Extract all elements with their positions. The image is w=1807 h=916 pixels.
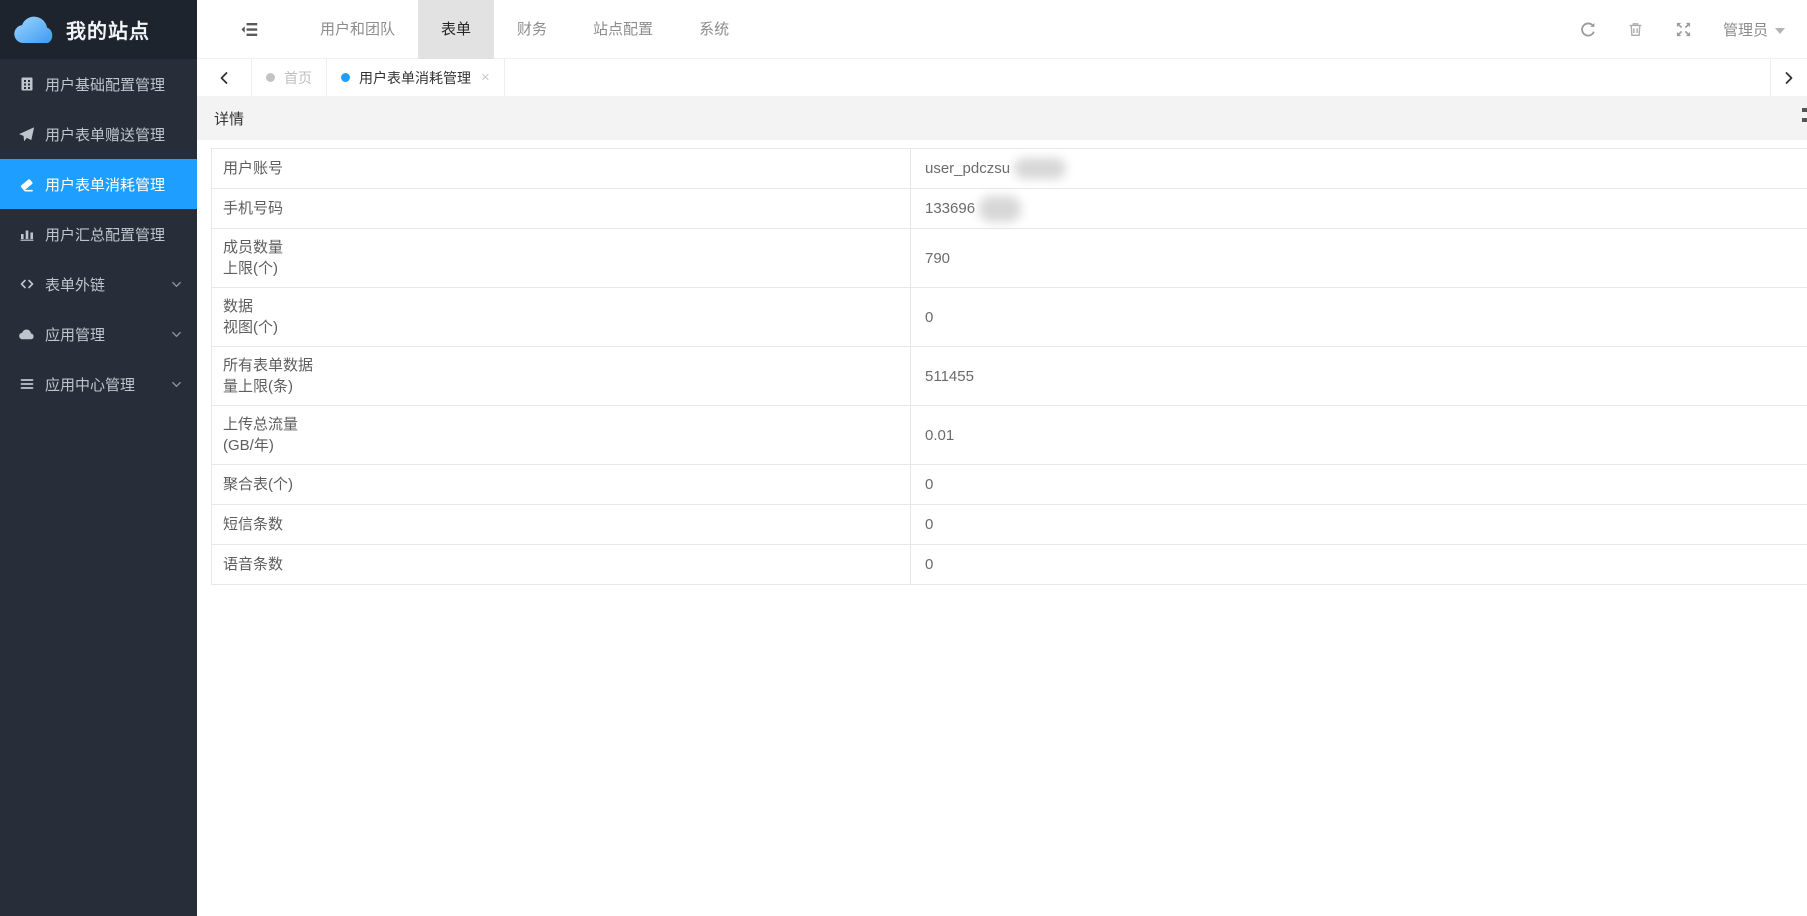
table-row-data-views: 数据 视图(个) 0 (212, 288, 1807, 347)
row-label-line2: (GB/年) (223, 435, 910, 456)
row-label: 上传总流量 (223, 414, 910, 435)
table-row-phone: 手机号码 133696 (212, 189, 1807, 229)
sidebar-item-label: 应用中心管理 (45, 374, 135, 395)
sidebar-item-label: 用户汇总配置管理 (45, 224, 165, 245)
topmenu-finance[interactable]: 财务 (494, 0, 570, 59)
row-label: 成员数量 (223, 237, 910, 258)
row-value: 0 (925, 556, 933, 573)
row-value: 133696 (925, 200, 975, 217)
sidebar-item-label: 用户基础配置管理 (45, 74, 165, 95)
row-value: 790 (925, 250, 950, 267)
eraser-icon (18, 176, 35, 193)
row-value: user_pdczsu (925, 160, 1010, 177)
admin-dropdown[interactable]: 管理员 (1723, 19, 1785, 40)
row-label: 短信条数 (223, 514, 910, 535)
sidebar-item-label: 表单外链 (45, 274, 105, 295)
tabs-scroll-right-icon[interactable] (1770, 59, 1807, 96)
table-row-upload-traffic: 上传总流量 (GB/年) 0.01 (212, 406, 1807, 465)
topmenu-users-teams[interactable]: 用户和团队 (297, 0, 418, 59)
tab-form-consume-manage[interactable]: 用户表单消耗管理 × (327, 59, 505, 96)
row-label-line2: 视图(个) (223, 317, 910, 338)
row-label: 数据 (223, 296, 910, 317)
table-row-user-account: 用户账号 user_pdczsu (212, 149, 1807, 189)
redacted-blur (1014, 158, 1066, 179)
row-value: 511455 (925, 368, 974, 385)
topbar: 用户和团队 表单 财务 站点配置 系统 (197, 0, 1807, 59)
topmenu-system[interactable]: 系统 (676, 0, 752, 59)
row-label: 手机号码 (223, 198, 910, 219)
caret-down-icon (1775, 28, 1785, 34)
sidebar-item-label: 应用管理 (45, 324, 105, 345)
tab-home[interactable]: 首页 (252, 59, 327, 96)
chevron-down-icon (171, 379, 182, 390)
chevron-down-icon (171, 329, 182, 340)
sidebar-item-form-gift[interactable]: 用户表单赠送管理 (0, 109, 197, 159)
table-row-form-data-limit: 所有表单数据 量上限(条) 511455 (212, 347, 1807, 406)
link-chevrons-icon (18, 276, 35, 293)
tabs-scroll-left-icon[interactable] (197, 59, 252, 96)
fullscreen-icon[interactable] (1675, 21, 1693, 39)
detail-header: 详情 (197, 96, 1807, 140)
table-row-member-limit: 成员数量 上限(个) 790 (212, 229, 1807, 288)
row-label-line2: 量上限(条) (223, 376, 910, 397)
table-row-aggregate-tables: 聚合表(个) 0 (212, 465, 1807, 505)
sidebar-item-user-base-config[interactable]: 用户基础配置管理 (0, 59, 197, 109)
row-label-line2: 上限(个) (223, 258, 910, 279)
row-label: 用户账号 (223, 158, 910, 179)
paper-plane-icon (18, 126, 35, 143)
admin-app: 我的站点 用户基础配置管理 用户表单赠 (0, 0, 1807, 916)
detail-table: 用户账号 user_pdczsu 手机号码 133696 成员数量 上限(个) (211, 148, 1807, 585)
row-label: 语音条数 (223, 554, 910, 575)
redacted-blur (979, 196, 1021, 222)
chevron-down-icon (171, 279, 182, 290)
row-value: 0 (925, 476, 933, 493)
row-label: 聚合表(个) (223, 474, 910, 495)
row-value: 0.01 (925, 427, 954, 444)
sidebar: 我的站点 用户基础配置管理 用户表单赠 (0, 0, 197, 916)
sidebar-item-app-center-manage[interactable]: 应用中心管理 (0, 359, 197, 409)
list-icon (18, 376, 35, 393)
topmenu-site-config[interactable]: 站点配置 (570, 0, 676, 59)
sidebar-item-app-manage[interactable]: 应用管理 (0, 309, 197, 359)
logo: 我的站点 (0, 0, 197, 59)
table-row-sms-count: 短信条数 0 (212, 505, 1807, 545)
sidebar-item-form-consume[interactable]: 用户表单消耗管理 (0, 159, 197, 209)
table-row-voice-count: 语音条数 0 (212, 545, 1807, 585)
top-menu: 用户和团队 表单 财务 站点配置 系统 (297, 0, 752, 59)
tab-status-dot (266, 73, 275, 82)
tab-close-icon[interactable]: × (481, 70, 490, 85)
topmenu-forms[interactable]: 表单 (418, 0, 494, 59)
building-grid-icon (18, 76, 35, 93)
sidebar-item-label: 用户表单赠送管理 (45, 124, 165, 145)
tab-label: 用户表单消耗管理 (359, 68, 471, 88)
row-label: 所有表单数据 (223, 355, 910, 376)
site-title: 我的站点 (66, 15, 150, 44)
collapse-sidebar-icon[interactable] (237, 0, 261, 59)
tab-label: 首页 (284, 68, 312, 88)
admin-label: 管理员 (1723, 19, 1768, 40)
refresh-icon[interactable] (1579, 21, 1597, 39)
sidebar-item-form-external-link[interactable]: 表单外链 (0, 259, 197, 309)
sidebar-item-summary-config[interactable]: 用户汇总配置管理 (0, 209, 197, 259)
row-value: 0 (925, 309, 933, 326)
tab-spacer (505, 59, 1770, 96)
bar-chart-icon (18, 226, 35, 243)
tab-bar: 首页 用户表单消耗管理 × (197, 59, 1807, 96)
detail-title: 详情 (214, 108, 244, 129)
detail-content: 用户账号 user_pdczsu 手机号码 133696 成员数量 上限(个) (197, 140, 1807, 916)
clipped-right-edge-artifact (1802, 108, 1807, 128)
cloud-logo-icon (12, 15, 58, 45)
cloud-icon (18, 326, 35, 343)
topbar-actions: 管理员 (1579, 0, 1785, 59)
trash-icon[interactable] (1627, 21, 1645, 39)
sidebar-item-label: 用户表单消耗管理 (45, 174, 165, 195)
tab-status-dot (341, 73, 350, 82)
row-value: 0 (925, 516, 933, 533)
